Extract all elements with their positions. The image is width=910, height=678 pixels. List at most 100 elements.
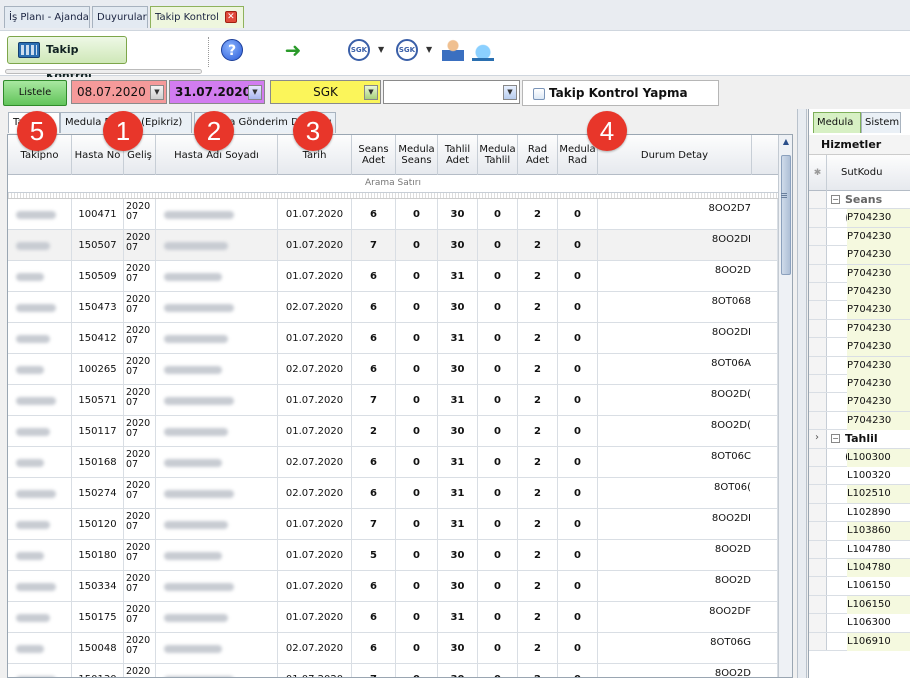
takip-kontrol-button[interactable]: Takip Kontrol [7,36,127,82]
cell-hasta-no: 100471 [72,199,124,230]
list-item[interactable]: L100300 [809,448,910,467]
chevron-down-icon[interactable]: ▼ [364,85,378,100]
refresh-arrow-icon[interactable]: ➜ [282,39,304,61]
close-icon[interactable]: ✕ [224,11,237,23]
list-item[interactable]: P704230 [809,246,910,265]
list-item[interactable]: L104780 [809,559,910,578]
group-row-seans[interactable]: −Seans (Hizmet) [809,191,910,224]
cell-hasta-adi-redacted [156,199,278,230]
list-item[interactable]: P704230 [809,338,910,357]
sgk-logo-icon[interactable]: SGK [396,39,418,61]
table-row[interactable]: 150571 2020 07 01.07.2020 7 0 31 0 2 0 8OO2D( [8,385,778,416]
table-row[interactable]: 150117 2020 07 01.07.2020 2 0 30 0 2 0 8OO2D( [8,416,778,447]
list-item[interactable]: P704230 [809,264,910,283]
list-item[interactable]: L102510 [809,485,910,504]
chevron-down-icon[interactable]: ▼ [150,85,164,100]
table-row[interactable]: 150274 2020 07 02.07.2020 6 0 31 0 2 0 8OT06( [8,478,778,509]
table-row[interactable]: 150334 2020 07 01.07.2020 6 0 30 0 2 0 8OO2D [8,571,778,602]
tab-duyurular[interactable]: Duyurular [92,6,148,28]
cell-medula-seans: 0 [396,509,438,540]
row-indicator [809,338,827,356]
cell-takipno-redacted [8,633,72,664]
tab-takip-kontrol[interactable]: Takip Kontrol ✕ [150,6,244,28]
cell-medula-rad: 0 [558,540,598,571]
redacted-text [16,241,50,250]
chevron-down-icon[interactable]: ▼ [248,85,262,100]
list-item[interactable]: L106910 [809,632,910,651]
start-date-field[interactable]: 08.07.2020 ▼ [71,80,167,104]
user-icon[interactable] [442,39,464,61]
table-row[interactable]: 100265 2020 07 02.07.2020 6 0 30 0 2 0 8OT06A [8,354,778,385]
vertical-scrollbar[interactable]: ▲ [778,135,792,677]
cell-seans: 7 [352,230,396,261]
col-medula-tahlil[interactable]: Medula Tahlil [478,135,518,175]
table-row[interactable]: 150048 2020 07 02.07.2020 6 0 30 0 2 0 8OT06G [8,633,778,664]
table-row[interactable]: 100471 2020 07 01.07.2020 6 0 30 0 2 0 8OO2D7 [8,199,778,230]
table-row[interactable]: 150473 2020 07 02.07.2020 6 0 30 0 2 0 8OT068 [8,292,778,323]
scroll-up-icon[interactable]: ▲ [780,137,792,151]
list-item[interactable]: L103860 [809,522,910,541]
toolbar-scrollbar[interactable] [5,69,202,74]
tab-is-plani-ajanda[interactable]: İş Planı - Ajanda [4,6,90,28]
table-row[interactable]: 150507 2020 07 01.07.2020 7 0 30 0 2 0 8OO2DI [8,230,778,261]
tab-medula[interactable]: Medula [813,112,861,133]
list-item[interactable]: L106300 [809,614,910,633]
extra-select[interactable]: ▼ [383,80,520,104]
table-row[interactable]: 1501302020 0701.07.202070300208OO2D [8,664,778,677]
chevron-down-icon[interactable]: ▼ [378,45,384,54]
panel-splitter[interactable] [797,109,807,678]
end-date-field[interactable]: 31.07.2020 ▼ [169,80,265,104]
col-tahlil-adet[interactable]: Tahlil Adet [438,135,478,175]
cell-hasta-no: 150274 [72,478,124,509]
list-item[interactable]: P704230 [809,209,910,228]
redacted-text [16,396,56,405]
list-item[interactable]: L106150 [809,595,910,615]
search-row[interactable]: Arama Satırı [8,175,778,193]
chevron-down-icon[interactable]: ▼ [503,85,517,100]
col-seans-adet[interactable]: Seans Adet [352,135,396,175]
col-rad-adet[interactable]: Rad Adet [518,135,558,175]
lab-flask-icon[interactable] [472,39,494,61]
table-row[interactable]: 150412 2020 07 01.07.2020 6 0 31 0 2 0 8OO2DI [8,323,778,354]
col-medula-seans[interactable]: Medula Seans [396,135,438,175]
checkbox-box[interactable] [533,88,545,100]
takip-kontrol-yapma-checkbox[interactable]: Takip Kontrol Yapma [522,80,719,106]
group-row-tahlil[interactable]: −›Tahlil (Hizmet) [809,430,910,463]
tab-sistem[interactable]: Sistem [861,112,901,133]
table-row[interactable]: 150120 2020 07 01.07.2020 7 0 31 0 2 0 8OO2DI [8,509,778,540]
cell-medula-rad: 0 [558,571,598,602]
list-item[interactable]: P704230 [809,319,910,339]
cell-medula-rad: 0 [558,664,598,677]
institution-select[interactable]: SGK ▼ [270,80,381,104]
cell-seans: 7 [352,509,396,540]
list-item[interactable]: P704230 [809,227,910,247]
table-row[interactable]: 150168 2020 07 02.07.2020 6 0 31 0 2 0 8OT06C [8,447,778,478]
row-indicator [809,559,827,577]
list-item[interactable]: L104780 [809,540,910,559]
table-row[interactable]: 150509 2020 07 01.07.2020 6 0 31 0 2 0 8OO2D [8,261,778,292]
chevron-down-icon[interactable]: ▼ [426,45,432,54]
col-sutkodu[interactable]: SutKodu [841,167,882,178]
scrollbar-thumb[interactable] [781,155,791,275]
cell-durum: 8OO2DI [598,323,778,354]
list-item[interactable]: P704230 [809,375,910,394]
table-row[interactable]: 150175 2020 07 01.07.2020 6 0 31 0 2 0 8OO2DF [8,602,778,633]
listele-button[interactable]: Listele [3,80,67,106]
cell-durum: 8OO2D [598,571,778,602]
list-item[interactable]: P704230 [809,393,910,412]
collapse-icon[interactable]: − [831,434,840,444]
help-icon[interactable]: ? [221,39,243,61]
list-item[interactable]: P704230 [809,283,910,302]
redacted-text [164,489,234,498]
list-item[interactable]: L100320 [809,467,910,486]
collapse-icon[interactable]: − [831,195,840,204]
table-row[interactable]: 150180 2020 07 01.07.2020 5 0 30 0 2 0 8OO2D [8,540,778,571]
list-item[interactable]: L106150 [809,577,910,596]
redacted-text [164,551,222,560]
list-item[interactable]: L102890 [809,503,910,523]
list-item[interactable]: P704230 [809,411,910,431]
cell-seans: 6 [352,323,396,354]
list-item[interactable]: P704230 [809,301,910,320]
sgk-logo-icon[interactable]: SGK [348,39,370,61]
list-item[interactable]: P704230 [809,356,910,375]
